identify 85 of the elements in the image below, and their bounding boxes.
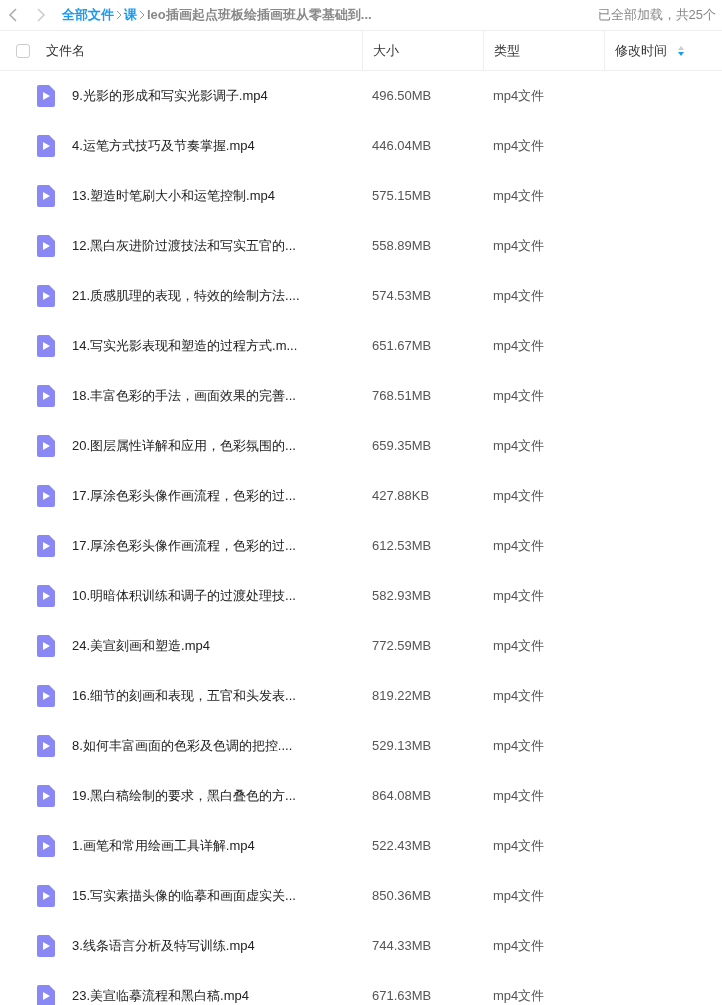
file-type: mp4文件: [492, 537, 546, 556]
file-name[interactable]: 12.黑白灰进阶过渡技法和写实五官的...: [55, 236, 362, 256]
file-type: mp4文件: [492, 737, 546, 756]
file-name[interactable]: 23.美宣临摹流程和黑白稿.mp4: [55, 986, 362, 1005]
video-file-icon: [37, 385, 55, 407]
file-type: mp4文件: [492, 337, 546, 356]
file-size: 529.13MB: [371, 737, 433, 756]
sort-icon[interactable]: [677, 44, 685, 57]
file-type: mp4文件: [492, 587, 546, 606]
file-size: 651.67MB: [371, 337, 433, 356]
video-file-icon: [37, 185, 55, 207]
video-file-icon: [37, 635, 55, 657]
file-type: mp4文件: [492, 887, 546, 906]
file-size: 575.15MB: [371, 187, 433, 206]
chevron-icon: [139, 10, 145, 20]
file-name[interactable]: 14.写实光影表现和塑造的过程方式.m...: [55, 336, 362, 356]
video-file-icon: [37, 785, 55, 807]
file-name[interactable]: 18.丰富色彩的手法，画面效果的完善...: [55, 386, 362, 406]
file-name[interactable]: 10.明暗体积训练和调子的过渡处理技...: [55, 586, 362, 606]
file-name[interactable]: 3.线条语言分析及特写训练.mp4: [55, 936, 362, 956]
file-size: 427.88KB: [371, 487, 431, 506]
file-type: mp4文件: [492, 87, 546, 106]
file-size: 772.59MB: [371, 637, 433, 656]
file-size: 768.51MB: [371, 387, 433, 406]
file-type: mp4文件: [492, 987, 546, 1005]
file-size: 671.63MB: [371, 987, 433, 1005]
file-name[interactable]: 17.厚涂色彩头像作画流程，色彩的过...: [55, 536, 362, 556]
file-size: 864.08MB: [371, 787, 433, 806]
video-file-icon: [37, 685, 55, 707]
breadcrumb-link[interactable]: leo插画起点班板绘插画班从零基础到...: [147, 5, 372, 25]
file-type: mp4文件: [492, 287, 546, 306]
file-size: 522.43MB: [371, 837, 433, 856]
file-name[interactable]: 20.图层属性详解和应用，色彩氛围的...: [55, 436, 362, 456]
file-type: mp4文件: [492, 437, 546, 456]
file-size: 612.53MB: [371, 537, 433, 556]
file-name[interactable]: 1.画笔和常用绘画工具详解.mp4: [55, 836, 362, 856]
video-file-icon: [37, 285, 55, 307]
video-file-icon: [37, 335, 55, 357]
file-name[interactable]: 24.美宣刻画和塑造.mp4: [55, 636, 362, 656]
file-name[interactable]: 16.细节的刻画和表现，五官和头发表...: [55, 686, 362, 706]
video-file-icon: [37, 485, 55, 507]
file-size: 582.93MB: [371, 587, 433, 606]
video-file-icon: [37, 835, 55, 857]
file-name[interactable]: 9.光影的形成和写实光影调子.mp4: [55, 86, 362, 106]
video-file-icon: [37, 85, 55, 107]
video-file-icon: [37, 885, 55, 907]
file-type: mp4文件: [492, 487, 546, 506]
column-header[interactable]: 文件名: [46, 40, 362, 61]
file-type: mp4文件: [492, 937, 546, 956]
video-file-icon: [37, 735, 55, 757]
file-type: mp4文件: [492, 687, 546, 706]
column-header[interactable]: 修改时间: [615, 40, 667, 61]
file-name[interactable]: 19.黑白稿绘制的要求，黑白叠色的方...: [55, 786, 362, 806]
file-type: mp4文件: [492, 137, 546, 156]
file-type: mp4文件: [492, 787, 546, 806]
chevron-icon: [116, 10, 122, 20]
file-size: 744.33MB: [371, 937, 433, 956]
file-size: 850.36MB: [371, 887, 433, 906]
file-size: 819.22MB: [371, 687, 433, 706]
video-file-icon: [37, 135, 55, 157]
file-type: mp4文件: [492, 637, 546, 656]
file-name[interactable]: 4.运笔方式技巧及节奏掌握.mp4: [55, 136, 362, 156]
video-file-icon: [37, 235, 55, 257]
column-header[interactable]: 大小: [362, 31, 483, 70]
file-size: 574.53MB: [371, 287, 433, 306]
video-file-icon: [37, 435, 55, 457]
file-name[interactable]: 13.塑造时笔刷大小和运笔控制.mp4: [55, 186, 362, 206]
video-file-icon: [37, 585, 55, 607]
file-size: 496.50MB: [371, 87, 433, 106]
file-size: 558.89MB: [371, 237, 433, 256]
file-type: mp4文件: [492, 237, 546, 256]
file-name[interactable]: 8.如何丰富画面的色彩及色调的把控....: [55, 736, 362, 756]
file-name[interactable]: 17.厚涂色彩头像作画流程，色彩的过...: [55, 486, 362, 506]
load-status: 已全部加载，共25个: [597, 6, 716, 25]
video-file-icon: [37, 935, 55, 957]
file-type: mp4文件: [492, 187, 546, 206]
file-name[interactable]: 21.质感肌理的表现，特效的绘制方法....: [55, 286, 362, 306]
file-size: 446.04MB: [371, 137, 433, 156]
column-header[interactable]: 类型: [483, 31, 604, 70]
file-name[interactable]: 15.写实素描头像的临摹和画面虚实关...: [55, 886, 362, 906]
file-size: 659.35MB: [371, 437, 433, 456]
file-type: mp4文件: [492, 837, 546, 856]
video-file-icon: [37, 535, 55, 557]
select-all-checkbox[interactable]: [16, 43, 30, 58]
file-type: mp4文件: [492, 387, 546, 406]
